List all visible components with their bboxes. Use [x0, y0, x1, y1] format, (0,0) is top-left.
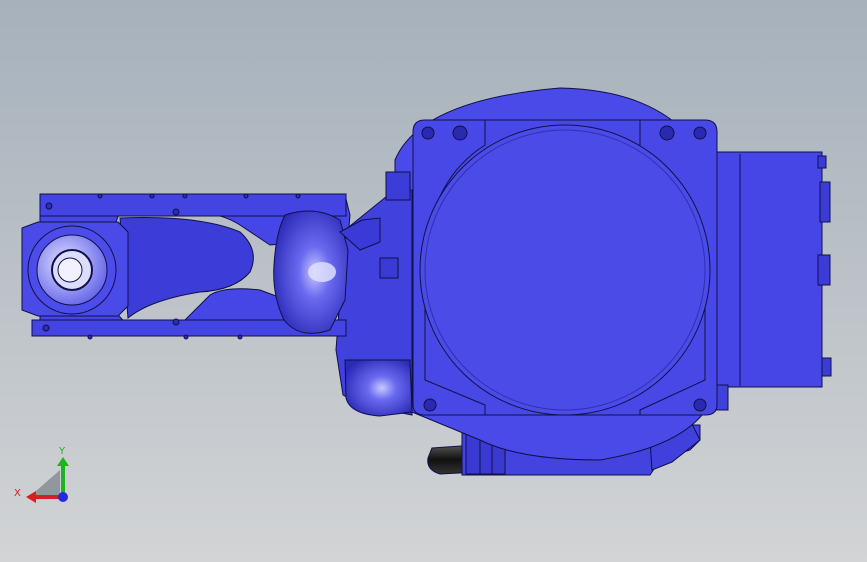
y-axis-arrow: [57, 457, 69, 466]
y-axis-label: Y: [58, 446, 66, 457]
bolt: [182, 193, 188, 199]
bolt: [243, 193, 249, 199]
wrist-flange-hole-inner: [57, 257, 83, 283]
bolt: [42, 324, 50, 332]
bolt-hole: [693, 398, 707, 412]
bolt-hole: [421, 126, 435, 140]
x-axis-label: X: [14, 488, 21, 499]
bolt-hole: [693, 126, 707, 140]
motor-box: [711, 151, 823, 388]
elbow-cylinder: [344, 359, 413, 417]
bolt-hole: [452, 125, 468, 141]
axis-triad: X Y: [14, 446, 69, 503]
elbow-highlight: [308, 262, 336, 282]
cad-viewport[interactable]: X Y: [0, 0, 867, 562]
bolt: [172, 208, 180, 216]
motor-connector: [819, 181, 831, 223]
bolt: [237, 334, 243, 340]
bolt: [97, 193, 103, 199]
turret-tab: [379, 257, 399, 279]
bolt-hole: [659, 125, 675, 141]
motor-connector: [821, 357, 832, 377]
bolt: [295, 193, 301, 199]
x-axis-arrow: [26, 491, 36, 503]
bolt: [149, 193, 155, 199]
plate-circle: [419, 124, 711, 416]
z-axis-dot: [58, 492, 68, 502]
robot-arm-model[interactable]: [21, 87, 832, 476]
turret-small-box: [385, 171, 411, 201]
motor-connector: [817, 155, 827, 169]
bolt: [172, 318, 180, 326]
bolt: [45, 202, 53, 210]
bolt: [87, 334, 93, 340]
bolt-hole: [423, 398, 437, 412]
motor-connector: [817, 254, 831, 286]
bolt: [183, 334, 189, 340]
